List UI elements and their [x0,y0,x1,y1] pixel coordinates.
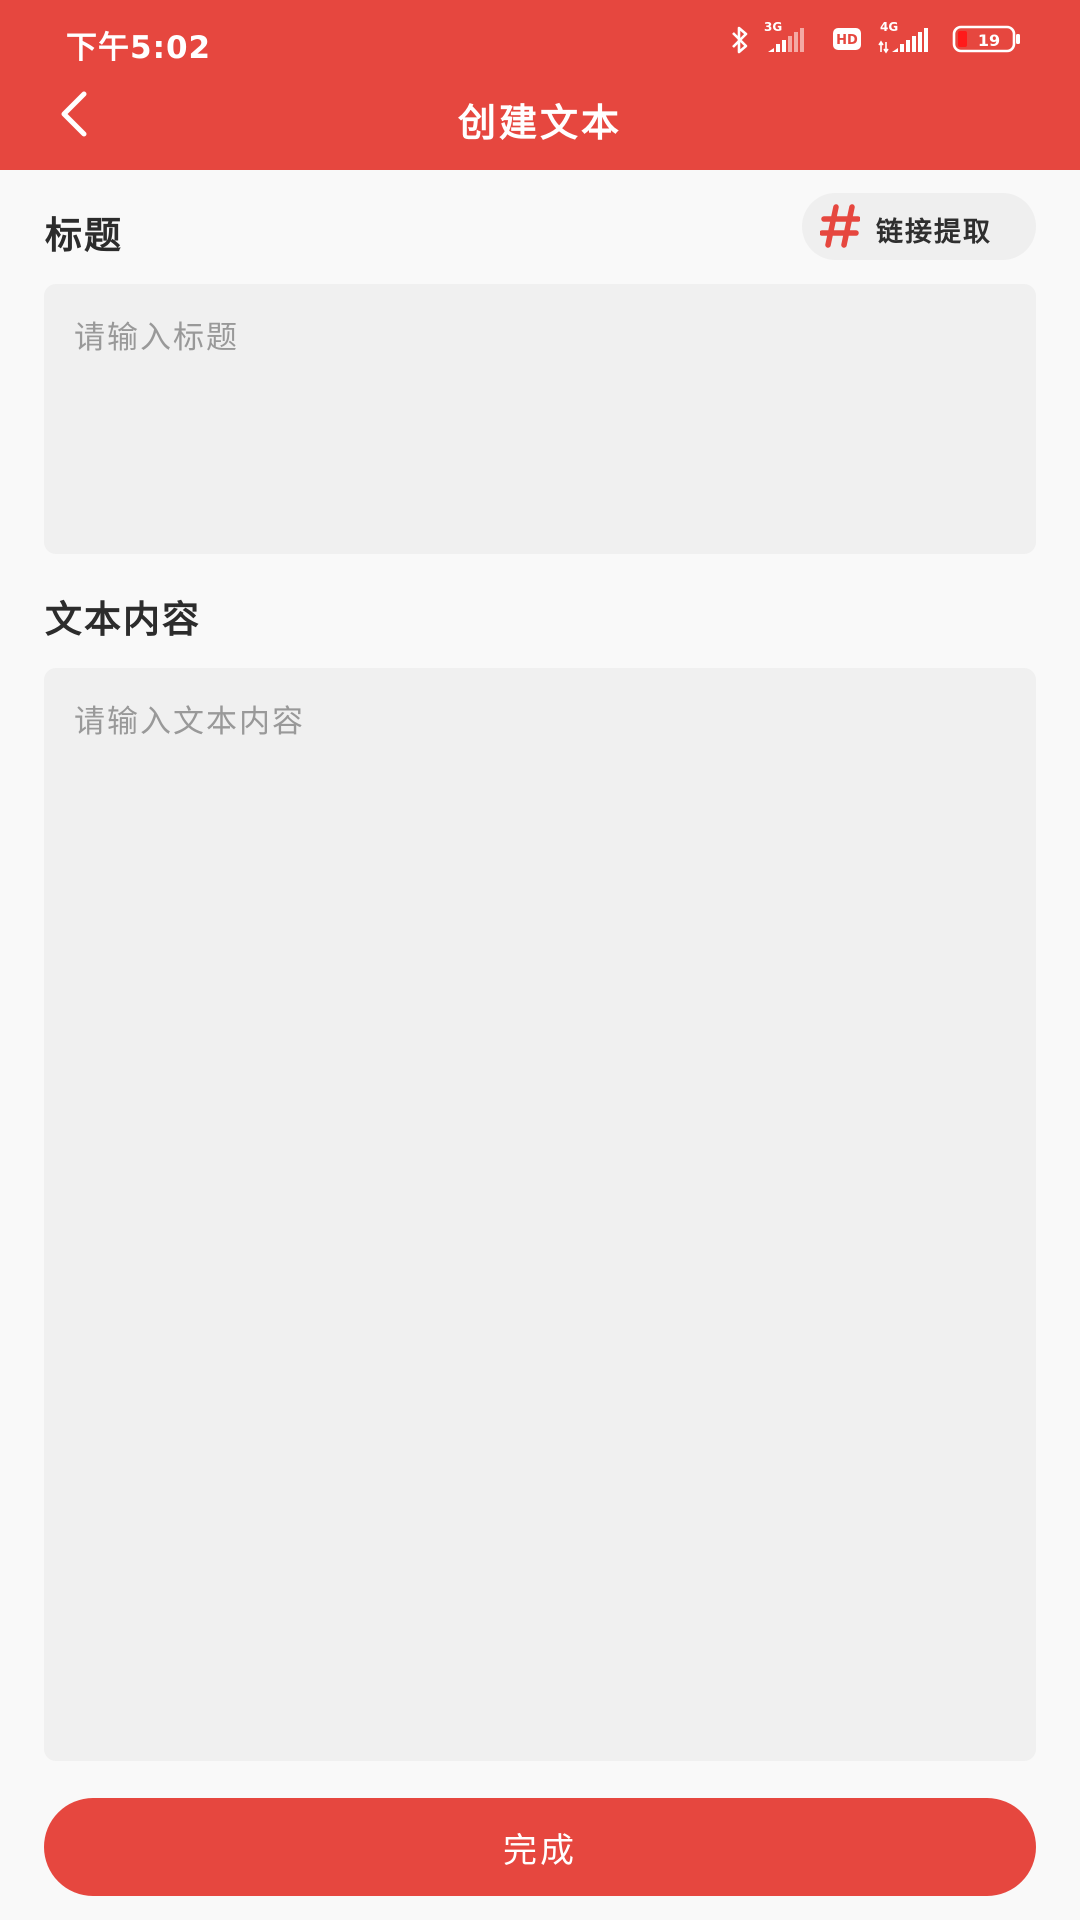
hash-icon [820,204,860,248]
bluetooth-icon [732,26,748,54]
title-input[interactable] [44,284,1036,554]
network-4g-label: 4G [880,20,898,34]
signal-4g-icon: 4G [878,20,928,54]
hd-icon: HD [833,28,861,50]
battery-level: 19 [978,31,1000,50]
hd-label: HD [836,33,858,48]
title-label: 标题 [45,214,123,257]
network-3g-label: 3G [764,20,782,34]
status-icons: 3G HD 4G 19 [722,18,1022,60]
done-button[interactable]: 完成 [44,1798,1036,1896]
signal-3g-icon: 3G [764,20,804,52]
battery-icon: 19 [952,25,1020,53]
status-time: 下午5:02 [66,30,212,66]
link-extract-button[interactable]: 链接提取 [802,193,1036,260]
app-header: 下午5:02 3G HD 4G 19 创建文本 [0,0,1080,170]
page-title: 创建文本 [457,101,622,145]
content-label: 文本内容 [45,598,201,641]
content-input[interactable] [44,668,1036,1761]
link-extract-label: 链接提取 [876,217,992,248]
